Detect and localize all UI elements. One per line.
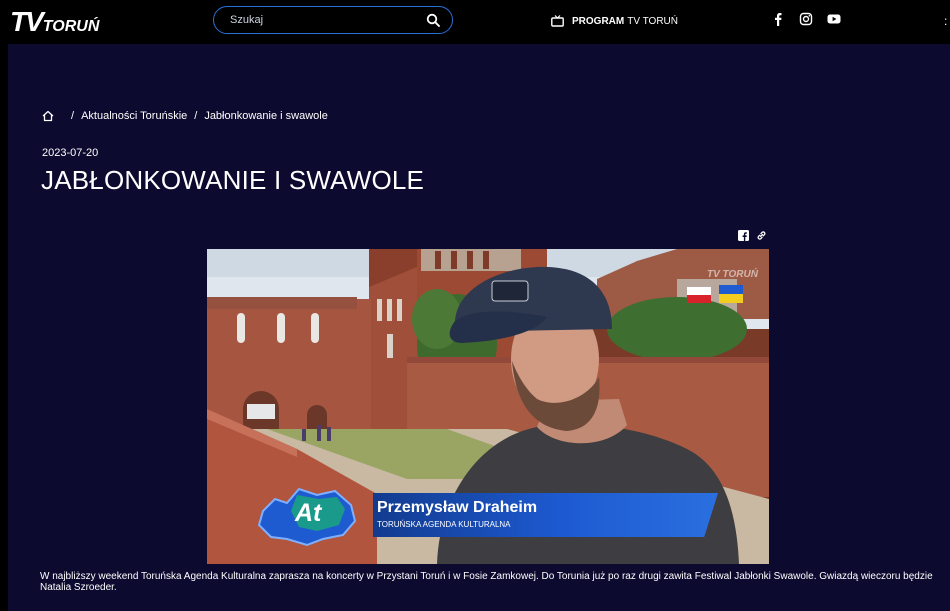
breadcrumb-separator: / [194, 110, 198, 122]
search-icon[interactable] [426, 13, 440, 27]
tv-icon [551, 15, 564, 27]
youtube-icon[interactable] [827, 12, 841, 26]
copy-link-icon[interactable] [756, 230, 767, 241]
facebook-share-icon[interactable] [738, 230, 749, 241]
page-title: JABŁONKOWANIE I SWAWOLE [41, 165, 425, 195]
program-tv-link[interactable]: PROGRAM TV TORUŃ [551, 13, 678, 29]
share-buttons [738, 230, 767, 241]
left-edge-strip [0, 44, 8, 611]
agenda-badge-text: At [295, 499, 322, 527]
instagram-icon[interactable] [799, 12, 813, 26]
facebook-icon[interactable] [771, 12, 785, 26]
video-watermark: TV TORUŃ [707, 269, 758, 280]
program-label-bold: PROGRAM [572, 15, 625, 27]
breadcrumb-link-news[interactable]: Aktualności Toruńskie [81, 110, 187, 122]
breadcrumb-separator: / [71, 110, 75, 122]
agenda-badge: At [257, 481, 357, 547]
home-icon[interactable] [42, 110, 54, 122]
person-name: Przemysław Draheim [377, 499, 538, 516]
social-links [771, 12, 841, 26]
article-date: 2023-07-20 [42, 147, 99, 159]
search-input[interactable] [230, 11, 420, 29]
breadcrumb: / Aktualności Toruńskie / Jabłonkowanie … [42, 108, 328, 124]
breadcrumb-current: Jabłonkowanie i swawole [204, 110, 328, 122]
person-organization: TORUŃSKA AGENDA KULTURALNA [377, 520, 511, 529]
logo-tv-text: TV [10, 6, 44, 37]
video-player[interactable]: TV TORUŃ Przemysław Draheim TORUŃSKA AGE… [207, 249, 769, 564]
search-box [213, 6, 453, 34]
edge-indicator: : [944, 14, 948, 28]
lower-third-caption: Przemysław Draheim TORUŃSKA AGENDA KULTU… [373, 493, 718, 537]
logo-city-text: TORUŃ [42, 18, 100, 35]
article-description: W najbliższy weekend Toruńska Agenda Kul… [40, 571, 933, 593]
program-label-rest: TV TORUŃ [627, 15, 678, 27]
tv-torun-logo[interactable]: TV TORUŃ [10, 6, 99, 36]
